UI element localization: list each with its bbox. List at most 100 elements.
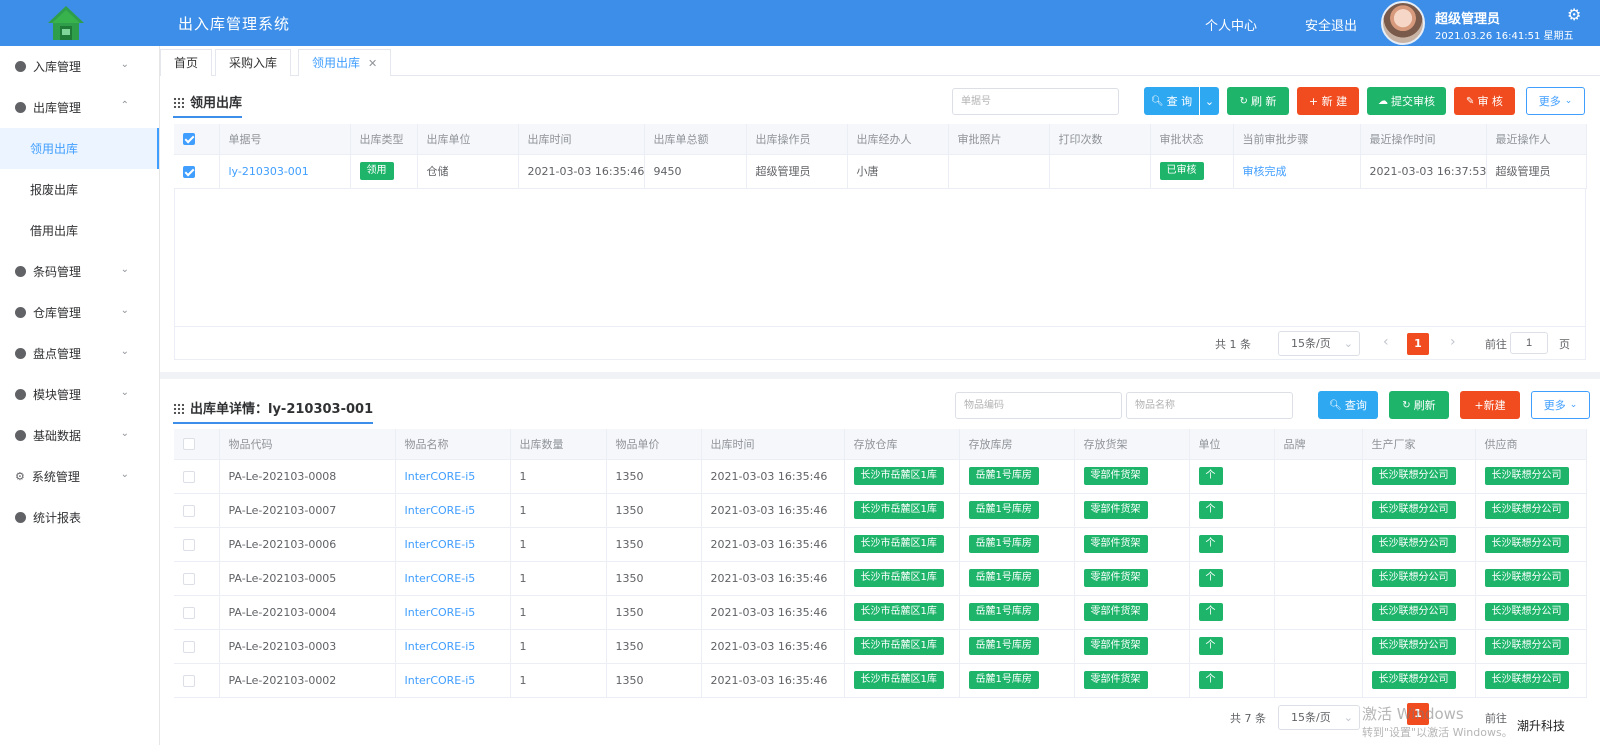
column-header[interactable]: 打印次数 bbox=[1049, 124, 1151, 155]
next-page-icon[interactable]: › bbox=[1450, 334, 1456, 350]
page-number-current[interactable]: 1 bbox=[1407, 333, 1429, 355]
detail-create-button[interactable]: +新建 bbox=[1460, 391, 1520, 419]
detail-refresh-button[interactable]: ↻ 刷新 bbox=[1389, 391, 1449, 419]
checkbox-icon[interactable] bbox=[183, 572, 195, 585]
sidebar-item-report[interactable]: 统计报表 bbox=[0, 497, 159, 538]
column-header[interactable]: 出库单位 bbox=[417, 124, 519, 155]
item-name-link[interactable]: InterCORE-i5 bbox=[395, 561, 511, 596]
gear-icon[interactable]: ⚙ bbox=[1567, 5, 1581, 24]
sidebar-item-outbound[interactable]: 出库管理 ⌃ bbox=[0, 87, 159, 128]
sidebar-item-basic-data[interactable]: 基础数据 ⌄ bbox=[0, 415, 159, 456]
column-header[interactable]: 单据号 bbox=[219, 124, 351, 155]
row-checkbox[interactable] bbox=[174, 154, 220, 189]
query-button[interactable]: 🔍︎ 查 询 bbox=[1144, 87, 1199, 115]
home-logo-icon[interactable] bbox=[46, 4, 86, 42]
checkbox-icon[interactable] bbox=[183, 674, 195, 687]
column-header[interactable]: 当前审批步骤 bbox=[1233, 124, 1361, 155]
tab-home[interactable]: 首页 bbox=[160, 49, 213, 76]
more-button[interactable]: 更多 ⌄ bbox=[1526, 87, 1585, 115]
column-header[interactable]: 出库单总额 bbox=[644, 124, 747, 155]
checkbox-icon[interactable] bbox=[183, 538, 195, 551]
query-dropdown-button[interactable]: ⌄ bbox=[1200, 87, 1219, 115]
item-name-link[interactable]: InterCORE-i5 bbox=[395, 493, 511, 528]
step-link[interactable]: 审核完成 bbox=[1233, 154, 1361, 189]
row-checkbox[interactable] bbox=[174, 663, 220, 698]
item-name-input[interactable] bbox=[1126, 392, 1293, 419]
column-header[interactable]: 供应商 bbox=[1475, 429, 1587, 460]
table-row[interactable]: PA-Le-202103-0007 InterCORE-i5 1 1350 2021-0… bbox=[174, 493, 1587, 528]
row-checkbox[interactable] bbox=[174, 527, 220, 562]
page-size-select[interactable]: 15条/页 ⌄ bbox=[1278, 331, 1360, 356]
checkbox-checked-icon[interactable] bbox=[183, 133, 195, 146]
sidebar-item-barcode[interactable]: 条码管理 ⌄ bbox=[0, 251, 159, 292]
row-checkbox[interactable] bbox=[174, 595, 220, 630]
item-name-link[interactable]: InterCORE-i5 bbox=[395, 663, 511, 698]
row-checkbox[interactable] bbox=[174, 459, 220, 494]
select-all-checkbox[interactable] bbox=[174, 429, 220, 460]
item-name-link[interactable]: InterCORE-i5 bbox=[395, 459, 511, 494]
refresh-button[interactable]: ↻ 刷 新 bbox=[1227, 87, 1289, 115]
column-header[interactable]: 物品代码 bbox=[219, 429, 396, 460]
user-center-link[interactable]: 个人中心 bbox=[1205, 15, 1257, 34]
column-header[interactable]: 出库时间 bbox=[518, 124, 645, 155]
column-header[interactable]: 出库数量 bbox=[510, 429, 607, 460]
column-header[interactable]: 单位 bbox=[1189, 429, 1275, 460]
checkbox-icon[interactable] bbox=[183, 606, 195, 619]
prev-page-icon[interactable]: ‹ bbox=[1383, 334, 1389, 350]
row-checkbox[interactable] bbox=[174, 493, 220, 528]
sidebar-item-use-outbound[interactable]: 领用出库 bbox=[0, 128, 159, 169]
table-row[interactable]: PA-Le-202103-0003 InterCORE-i5 1 1350 2021-0… bbox=[174, 629, 1587, 664]
row-checkbox[interactable] bbox=[174, 561, 220, 596]
select-all-checkbox[interactable] bbox=[174, 124, 220, 155]
item-code-input[interactable] bbox=[955, 392, 1122, 419]
column-header[interactable]: 审批照片 bbox=[948, 124, 1050, 155]
order-no-link[interactable]: ly-210303-001 bbox=[219, 154, 351, 189]
column-header[interactable]: 最近操作时间 bbox=[1360, 124, 1487, 155]
column-header[interactable]: 物品单价 bbox=[606, 429, 702, 460]
detail-more-button[interactable]: 更多 ⌄ bbox=[1531, 391, 1590, 419]
column-header[interactable]: 品牌 bbox=[1274, 429, 1363, 460]
item-name-link[interactable]: InterCORE-i5 bbox=[395, 595, 511, 630]
column-header[interactable]: 出库时间 bbox=[701, 429, 845, 460]
sidebar-item-inventory[interactable]: 盘点管理 ⌄ bbox=[0, 333, 159, 374]
tab-use-outbound[interactable]: 领用出库 ✕ bbox=[298, 49, 392, 76]
checkbox-checked-icon[interactable] bbox=[183, 165, 195, 178]
column-header[interactable]: 出库经办人 bbox=[847, 124, 949, 155]
close-icon[interactable]: ✕ bbox=[368, 57, 377, 70]
checkbox-icon[interactable] bbox=[183, 640, 195, 653]
table-row[interactable]: ly-210303-001 领用 仓储 2021-03-03 16:35:46 … bbox=[174, 154, 1587, 189]
page-size-select[interactable]: 15条/页 ⌄ bbox=[1278, 705, 1360, 730]
checkbox-icon[interactable] bbox=[183, 470, 195, 483]
sidebar-item-scrap-outbound[interactable]: 报废出库 bbox=[0, 169, 159, 210]
table-row[interactable]: PA-Le-202103-0005 InterCORE-i5 1 1350 2021-0… bbox=[174, 561, 1587, 596]
table-row[interactable]: PA-Le-202103-0008 InterCORE-i5 1 1350 2021-0… bbox=[174, 459, 1587, 494]
submit-audit-button[interactable]: ☁ 提交审核 bbox=[1367, 87, 1446, 115]
checkbox-icon[interactable] bbox=[183, 504, 195, 517]
column-header[interactable]: 生产厂家 bbox=[1362, 429, 1476, 460]
column-header[interactable]: 物品名称 bbox=[395, 429, 511, 460]
row-checkbox[interactable] bbox=[174, 629, 220, 664]
goto-page-input[interactable] bbox=[1510, 332, 1548, 354]
table-row[interactable]: PA-Le-202103-0004 InterCORE-i5 1 1350 2021-0… bbox=[174, 595, 1587, 630]
logout-link[interactable]: 安全退出 bbox=[1305, 15, 1357, 34]
checkbox-icon[interactable] bbox=[183, 438, 195, 451]
item-name-link[interactable]: InterCORE-i5 bbox=[395, 629, 511, 664]
column-header[interactable]: 存放库房 bbox=[959, 429, 1075, 460]
column-header[interactable]: 审批状态 bbox=[1150, 124, 1234, 155]
column-header[interactable]: 出库操作员 bbox=[746, 124, 848, 155]
table-row[interactable]: PA-Le-202103-0002 InterCORE-i5 1 1350 2021-0… bbox=[174, 663, 1587, 698]
column-header[interactable]: 存放仓库 bbox=[844, 429, 960, 460]
sidebar-item-module[interactable]: 模块管理 ⌄ bbox=[0, 374, 159, 415]
sidebar-item-warehouse[interactable]: 仓库管理 ⌄ bbox=[0, 292, 159, 333]
order-no-input[interactable] bbox=[952, 88, 1119, 115]
avatar[interactable] bbox=[1381, 1, 1425, 45]
sidebar-item-borrow-outbound[interactable]: 借用出库 bbox=[0, 210, 159, 251]
column-header[interactable]: 存放货架 bbox=[1074, 429, 1190, 460]
sidebar-item-system[interactable]: ⚙ 系统管理 ⌄ bbox=[0, 456, 159, 497]
audit-button[interactable]: ✎ 审 核 bbox=[1454, 87, 1515, 115]
tab-purchase-inbound[interactable]: 采购入库 bbox=[215, 49, 292, 76]
column-header[interactable]: 出库类型 bbox=[350, 124, 418, 155]
item-name-link[interactable]: InterCORE-i5 bbox=[395, 527, 511, 562]
detail-query-button[interactable]: 🔍︎ 查询 bbox=[1318, 391, 1378, 419]
table-row[interactable]: PA-Le-202103-0006 InterCORE-i5 1 1350 2021-0… bbox=[174, 527, 1587, 562]
